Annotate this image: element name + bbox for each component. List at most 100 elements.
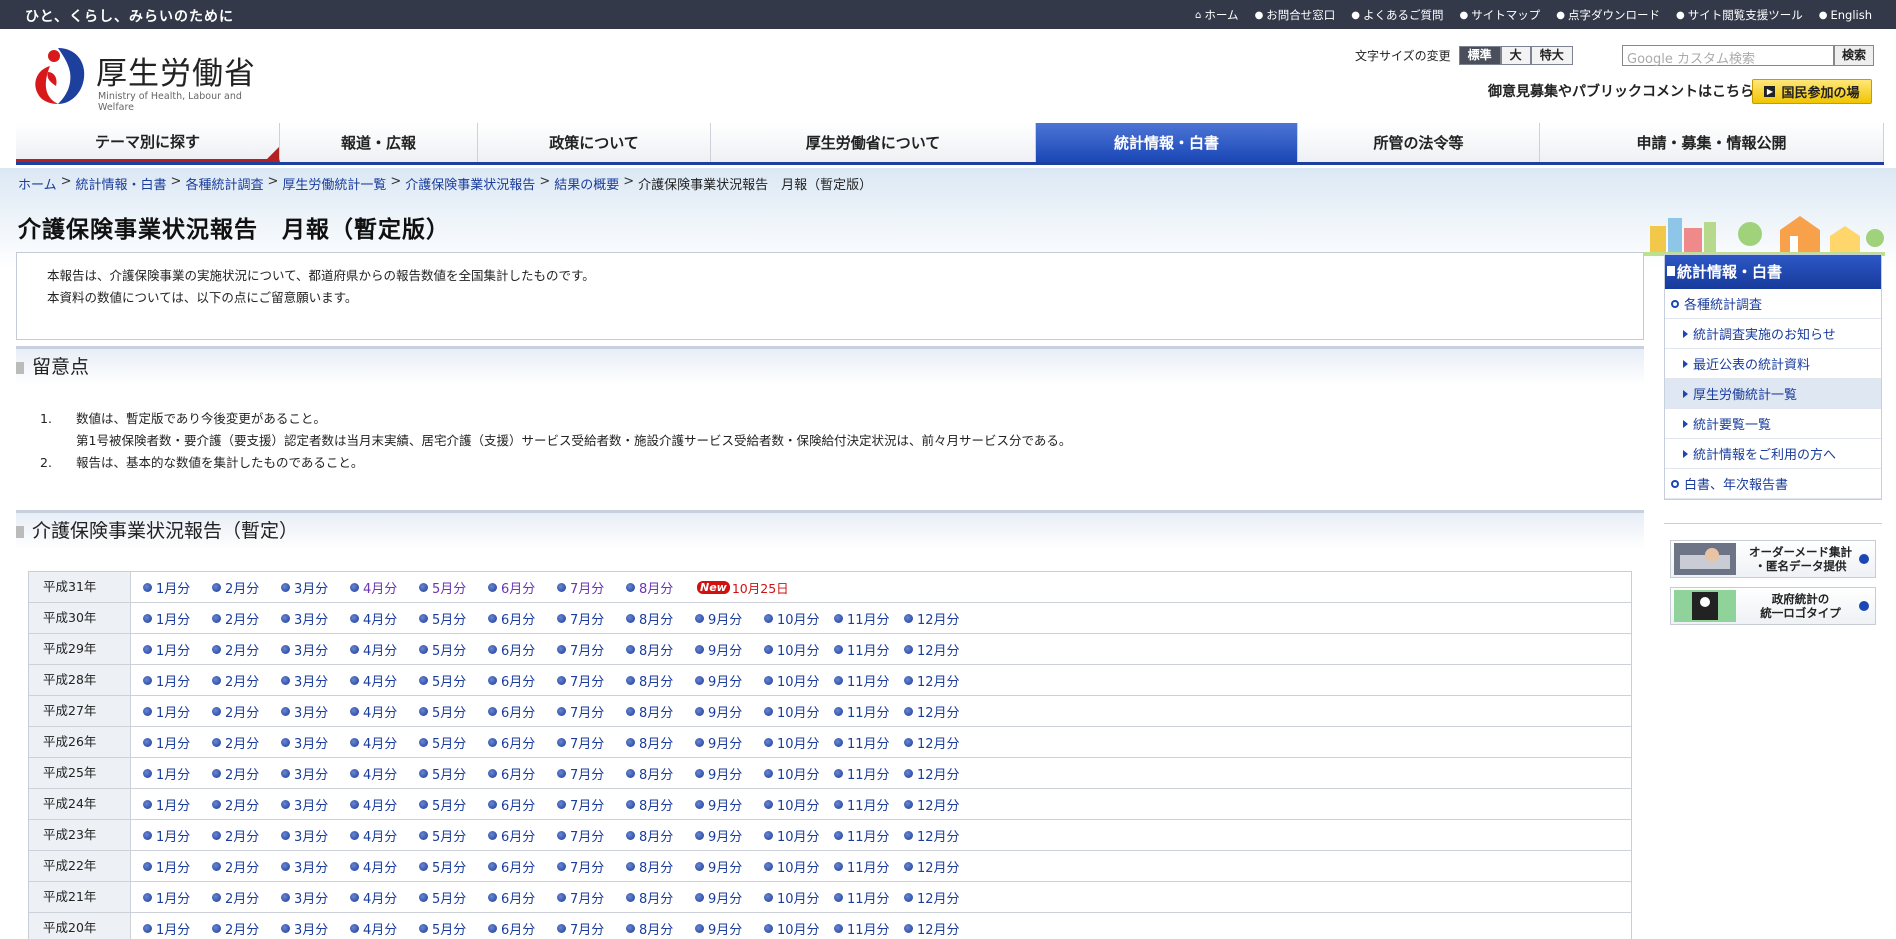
month-link[interactable]: 8月分 (639, 578, 673, 597)
month-link[interactable]: 2月分 (225, 919, 259, 938)
sidebar-item-stat-list[interactable]: 厚生労働統計一覧 (1665, 379, 1881, 409)
month-link-item[interactable]: 11月分 (834, 609, 904, 628)
month-link-item[interactable]: 3月分 (281, 764, 350, 783)
sidebar-item-usage-info[interactable]: 統計情報をご利用の方へ (1665, 439, 1881, 469)
month-link-item[interactable]: 7月分 (557, 919, 626, 938)
month-link[interactable]: 9月分 (708, 640, 742, 659)
month-link-item[interactable]: 12月分 (904, 609, 974, 628)
month-link[interactable]: 2月分 (225, 888, 259, 907)
month-link-item[interactable]: 4月分 (350, 733, 419, 752)
month-link[interactable]: 10月分 (777, 795, 820, 814)
nav-item-about[interactable]: 厚生労働省について (711, 123, 1036, 162)
month-link-item[interactable]: 4月分 (350, 857, 419, 876)
month-link-item[interactable]: 11月分 (834, 733, 904, 752)
month-link[interactable]: 10月分 (777, 919, 820, 938)
breadcrumb-stat-list[interactable]: 厚生労働統計一覧 (282, 174, 386, 193)
month-link-item[interactable]: 2月分 (212, 609, 281, 628)
month-link[interactable]: 6月分 (501, 640, 535, 659)
month-link-item[interactable]: 12月分 (904, 888, 974, 907)
month-link[interactable]: 1月分 (156, 733, 190, 752)
month-link[interactable]: 3月分 (294, 857, 328, 876)
month-link[interactable]: 4月分 (363, 826, 397, 845)
month-link-item[interactable]: 4月分 (350, 671, 419, 690)
month-link-item[interactable]: 4月分 (350, 609, 419, 628)
month-link-item[interactable]: 6月分 (488, 888, 557, 907)
month-link-item[interactable]: 9月分 (695, 764, 764, 783)
month-link-item[interactable]: 2月分 (212, 919, 281, 938)
month-link[interactable]: 4月分 (363, 671, 397, 690)
month-link-item[interactable]: 9月分 (695, 888, 764, 907)
month-link-item[interactable]: 1月分 (143, 857, 212, 876)
month-link-item[interactable]: 2月分 (212, 888, 281, 907)
month-link-item[interactable]: 3月分 (281, 857, 350, 876)
month-link-item[interactable]: 12月分 (904, 795, 974, 814)
month-link-item[interactable]: 3月分 (281, 795, 350, 814)
month-link-item[interactable]: 7月分 (557, 795, 626, 814)
month-link[interactable]: 4月分 (363, 702, 397, 721)
nav-item-laws[interactable]: 所管の法令等 (1298, 123, 1540, 162)
month-link-item[interactable]: 6月分 (488, 764, 557, 783)
month-link-item[interactable]: 7月分 (557, 888, 626, 907)
month-link-item[interactable]: 10月分 (764, 795, 834, 814)
month-link-item[interactable]: 3月分 (281, 826, 350, 845)
month-link[interactable]: 10月分 (777, 671, 820, 690)
month-link-item[interactable]: 12月分 (904, 733, 974, 752)
month-link[interactable]: 4月分 (363, 795, 397, 814)
month-link-item[interactable]: 8月分 (626, 919, 695, 938)
month-link[interactable]: 5月分 (432, 919, 466, 938)
month-link[interactable]: 2月分 (225, 671, 259, 690)
nav-item-statistics[interactable]: 統計情報・白書 (1036, 123, 1298, 162)
month-link-item[interactable]: 2月分 (212, 640, 281, 659)
month-link-item[interactable]: 1月分 (143, 888, 212, 907)
month-link-item[interactable]: 1月分 (143, 702, 212, 721)
month-link-item[interactable]: 7月分 (557, 826, 626, 845)
font-size-standard-button[interactable]: 標準 (1458, 46, 1501, 65)
month-link[interactable]: 11月分 (847, 795, 890, 814)
month-link[interactable]: 6月分 (501, 795, 535, 814)
month-link[interactable]: 6月分 (501, 857, 535, 876)
month-link[interactable]: 7月分 (570, 857, 604, 876)
month-link[interactable]: 8月分 (639, 888, 673, 907)
month-link-item[interactable]: 5月分 (419, 578, 488, 597)
month-link[interactable]: 4月分 (363, 764, 397, 783)
month-link[interactable]: 1月分 (156, 795, 190, 814)
month-link-item[interactable]: 12月分 (904, 826, 974, 845)
month-link[interactable]: 2月分 (225, 795, 259, 814)
month-link-item[interactable]: 8月分 (626, 640, 695, 659)
month-link-item[interactable]: 5月分 (419, 857, 488, 876)
nav-item-policy[interactable]: 政策について (478, 123, 711, 162)
accessibility-tool-link[interactable]: ● サイト閲覧支援ツール (1676, 7, 1803, 23)
month-link[interactable]: 6月分 (501, 733, 535, 752)
month-link-item[interactable]: 5月分 (419, 919, 488, 938)
month-link-item[interactable]: 11月分 (834, 702, 904, 721)
month-link-item[interactable]: 10月分 (764, 609, 834, 628)
month-link[interactable]: 8月分 (639, 919, 673, 938)
month-link[interactable]: 5月分 (432, 826, 466, 845)
sitemap-link[interactable]: ● サイトマップ (1460, 7, 1541, 23)
month-link[interactable]: 5月分 (432, 888, 466, 907)
month-link[interactable]: 10月分 (777, 640, 820, 659)
month-link[interactable]: 6月分 (501, 826, 535, 845)
month-link-item[interactable]: 8月分 (626, 795, 695, 814)
month-link-item[interactable]: 10月分 (764, 888, 834, 907)
month-link[interactable]: 4月分 (363, 857, 397, 876)
month-link-item[interactable]: 1月分 (143, 764, 212, 783)
month-link[interactable]: 8月分 (639, 733, 673, 752)
month-link-item[interactable]: 8月分 (626, 764, 695, 783)
month-link-item[interactable]: 7月分 (557, 857, 626, 876)
month-link-item[interactable]: 9月分 (695, 795, 764, 814)
month-link[interactable]: 9月分 (708, 733, 742, 752)
month-link[interactable]: 3月分 (294, 702, 328, 721)
month-link[interactable]: 8月分 (639, 795, 673, 814)
month-link[interactable]: 10月分 (777, 826, 820, 845)
month-link[interactable]: 9月分 (708, 888, 742, 907)
month-link-item[interactable]: 8月分 (626, 702, 695, 721)
breadcrumb-care-report[interactable]: 介護保険事業状況報告 (405, 174, 535, 193)
month-link[interactable]: 4月分 (363, 609, 397, 628)
month-link-item[interactable]: 2月分 (212, 671, 281, 690)
month-link[interactable]: 9月分 (708, 857, 742, 876)
month-link-item[interactable]: 3月分 (281, 609, 350, 628)
month-link-item[interactable]: 2月分 (212, 857, 281, 876)
month-link[interactable]: 3月分 (294, 578, 328, 597)
month-link[interactable]: 7月分 (570, 609, 604, 628)
